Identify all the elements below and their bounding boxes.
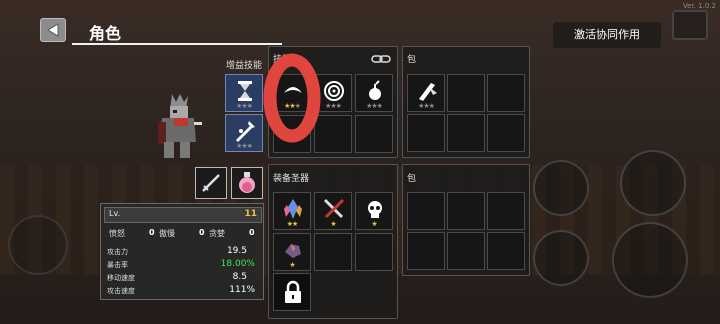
bag2-slot-4[interactable] [407,232,445,270]
relic-slot-3[interactable]: ★ [355,192,393,230]
version-label: Ver. 1.0.2 [682,2,716,10]
character-sprite [150,92,206,164]
ability-slot-3[interactable]: ★★★ [355,74,393,112]
anger-label: 愤怒 [109,229,125,238]
back-button[interactable] [40,18,66,42]
bag2-slot-3[interactable] [487,192,525,230]
dash-button[interactable] [533,230,589,286]
link-icon[interactable] [371,53,391,65]
relic-slot-1[interactable]: ★★ [273,192,311,230]
star-rating: ★★★ [418,102,435,110]
potion-icon [239,172,255,193]
skull-icon [368,201,382,218]
relic-slot-4[interactable]: ★ [273,233,311,271]
bag2-slot-1[interactable] [407,192,445,230]
bag-slot-2[interactable] [447,74,485,112]
locked-slot[interactable] [273,273,311,311]
gem-ore-icon [285,244,301,258]
bag-slot-5[interactable] [447,114,485,152]
potion-slot[interactable] [231,167,263,199]
skill-button-2[interactable] [620,150,686,216]
joystick[interactable] [8,215,68,275]
relic-label: 装备圣器 [273,174,310,184]
star-rating: ★★★ [366,102,383,110]
bag-slot-1[interactable]: ★★★ [407,74,445,112]
sword-icon [202,174,220,192]
move-speed-label: 移动速度 [107,274,135,282]
relic-slot-5[interactable] [314,233,352,271]
relic-slot-6[interactable] [355,233,393,271]
crossed-swords-icon [323,198,345,219]
lock-icon [285,280,301,303]
scroll-feather-icon [419,83,437,101]
bag2-slot-2[interactable] [447,192,485,230]
attack-button[interactable] [612,222,688,298]
move-speed-value: 8.5 [232,272,247,282]
bag-label-2: 包 [407,174,417,184]
annotation-circle [263,53,321,143]
skill-button-1[interactable] [533,160,589,216]
greed-value: 0 [249,228,255,237]
star-rating: ★ [371,220,377,228]
bag-label-1: 包 [407,55,417,65]
bag2-slot-6[interactable] [487,232,525,270]
attack-label: 攻击力 [107,248,128,256]
attack-speed-label: 攻击速度 [107,287,135,295]
level-value: 11 [244,209,257,219]
back-arrow-icon [47,23,59,37]
bag-slot-6[interactable] [487,114,525,152]
bag-slot-3[interactable] [487,74,525,112]
star-rating: ★★ [286,220,299,228]
level-label: Lv. [109,209,121,218]
target-icon [324,81,344,101]
star-rating: ★ [330,220,336,228]
page-title: 角色 [89,24,122,43]
title-underline [72,43,282,45]
pride-label: 傲慢 [159,229,175,238]
greed-label: 贪婪 [209,229,225,238]
activate-synergy-button[interactable]: 激活协同作用 [553,22,661,48]
sword-burst-icon [236,121,255,142]
hourglass-icon [238,81,252,101]
crit-value: 18.00% [220,259,255,269]
anger-value: 0 [149,228,155,237]
weapon-slot[interactable] [195,167,227,199]
ability-slot-6[interactable] [355,115,393,153]
relic-slot-2[interactable]: ★ [314,192,352,230]
bag-slot-4[interactable] [407,114,445,152]
crit-label: 暴击率 [107,261,128,269]
crystal-icon [284,199,302,219]
attack-value: 19.5 [226,246,247,256]
attack-speed-value: 111% [229,285,255,295]
stats-panel: Lv. 11 愤怒 0 傲慢 0 贪婪 0 攻击力 19.5 暴击率 18.00… [100,203,264,300]
pride-value: 0 [199,228,205,237]
level-row: Lv. 11 [104,207,262,223]
star-rating: ★ [289,261,295,269]
bomb-icon [369,80,381,100]
menu-button[interactable] [672,10,708,40]
bag2-slot-5[interactable] [447,232,485,270]
